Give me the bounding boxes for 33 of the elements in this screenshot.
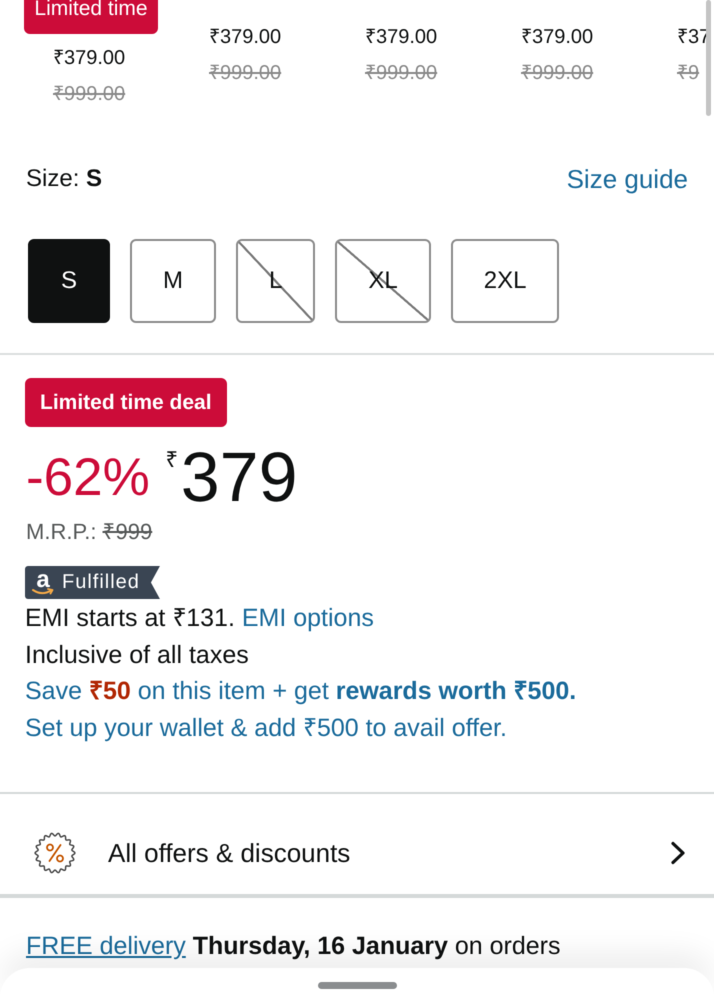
mrp-value: ₹999 [102,518,152,546]
wallet-offer-link[interactable]: Save ₹50 on this item + get rewards worth ₹500. Set up your wallet & add ₹500 to avail offer. [25,673,576,746]
size-label: Size: S [26,165,102,193]
chevron-right-icon [670,841,686,865]
size-option[interactable]: 2XL [450,239,560,323]
currency-symbol: ₹ [166,449,179,471]
emi-options-link[interactable]: EMI options [242,604,374,632]
mrp-label: M.R.P.: [26,518,97,546]
brand-logo: a [32,570,54,596]
fulfilled-label: Fulfilled [62,571,140,594]
variant-mrp: ₹999.00 [521,61,594,86]
variant-price: ₹379.00 [53,46,126,71]
size-option[interactable]: S [28,239,110,323]
variant-price: ₹379.00 [521,25,594,50]
variant-mrp: ₹999.00 [53,82,126,107]
offers-row[interactable]: All offers & discounts [0,794,714,894]
free-delivery-link[interactable]: FREE delivery [26,932,186,960]
tax-note: Inclusive of all taxes [25,640,250,670]
price-amount: 379 [180,442,298,512]
variant-mrp: ₹999.00 [209,61,282,86]
deal-badge: Limited time [24,0,158,34]
delivery-text: FREE delivery Thursday, 16 January on orders [25,931,562,962]
percent-badge-icon [33,831,77,875]
discount-percent: -62% [26,451,150,504]
sheet-handle[interactable] [318,982,396,989]
variant-price: ₹379.00 [365,25,438,50]
variant-mrp: ₹9 [677,61,700,86]
variant-mrp: ₹999.00 [365,61,438,86]
emi-text: EMI starts at ₹131. EMI options [25,603,375,634]
variant-price: ₹379.00 [209,25,282,50]
deal-badge: Limited time deal [25,378,227,427]
size-guide-link[interactable]: Size guide [566,164,688,194]
size-option[interactable]: M [130,239,216,323]
